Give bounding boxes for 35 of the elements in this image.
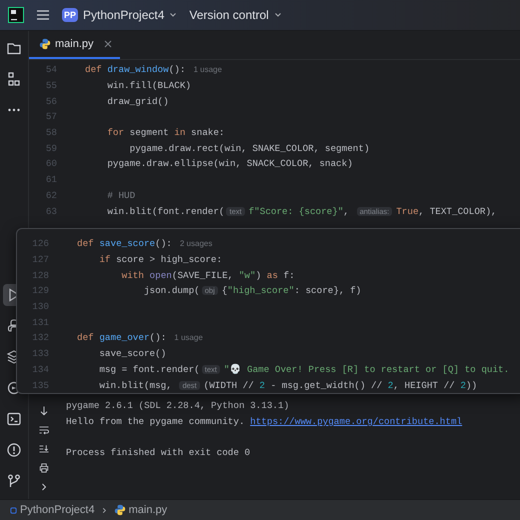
console-line: Process finished with exit code 0	[66, 446, 252, 460]
console-link[interactable]: https://www.pygame.org/contribute.html	[250, 416, 462, 427]
menu-icon[interactable]	[36, 8, 50, 22]
chevron-right-icon	[100, 506, 108, 514]
down-arrow-icon[interactable]	[38, 405, 50, 417]
chevron-down-icon	[274, 11, 282, 19]
breadcrumb-item[interactable]: PythonProject4	[10, 504, 95, 516]
print-icon[interactable]	[38, 462, 50, 474]
code-line: win.fill(BLACK)	[106, 80, 192, 92]
code-line: save_score()	[98, 348, 166, 360]
code-line: with open(SAVE_FILE, "w") as f:	[120, 270, 295, 281]
code-line: if score > high_score:	[98, 254, 222, 266]
version-control-dropdown[interactable]: Version control	[189, 8, 282, 22]
chevron-down-icon	[169, 11, 178, 19]
python-icon	[114, 504, 126, 516]
scroll-to-end-icon[interactable]	[38, 443, 50, 455]
code-line: draw_grid()	[106, 96, 169, 107]
python-icon	[39, 38, 51, 50]
code-line: pygame.draw.rect(win, SNAKE_COLOR, segment)	[128, 142, 370, 154]
code-line: def draw_window(): 1 usage	[85, 64, 222, 76]
editor-tab[interactable]: main.py	[29, 31, 120, 59]
project-badge: PP	[62, 8, 78, 22]
code-line: pygame.draw.ellipse(win, SNACK_COLOR, snack)	[106, 158, 353, 170]
project-dropdown[interactable]: PP PythonProject4	[62, 8, 178, 22]
code-line: def game_over(): 1 usage	[77, 332, 203, 344]
code-line: def save_score(): 2 usages	[77, 238, 212, 250]
code-line: for segment in snake:	[106, 127, 225, 138]
app-logo-icon[interactable]	[8, 7, 24, 23]
console-line: Hello from the pygame community. https://www.pygame.org/contribute.html	[66, 415, 462, 429]
soft-wrap-icon[interactable]	[38, 424, 50, 436]
close-icon[interactable]	[104, 40, 112, 48]
console-line: pygame 2.6.1 (SDL 2.28.4, Python 3.13.1)	[66, 399, 290, 413]
breadcrumb-item[interactable]: main.py	[114, 504, 168, 516]
code-line: # HUD	[106, 190, 136, 201]
module-icon	[10, 506, 17, 514]
